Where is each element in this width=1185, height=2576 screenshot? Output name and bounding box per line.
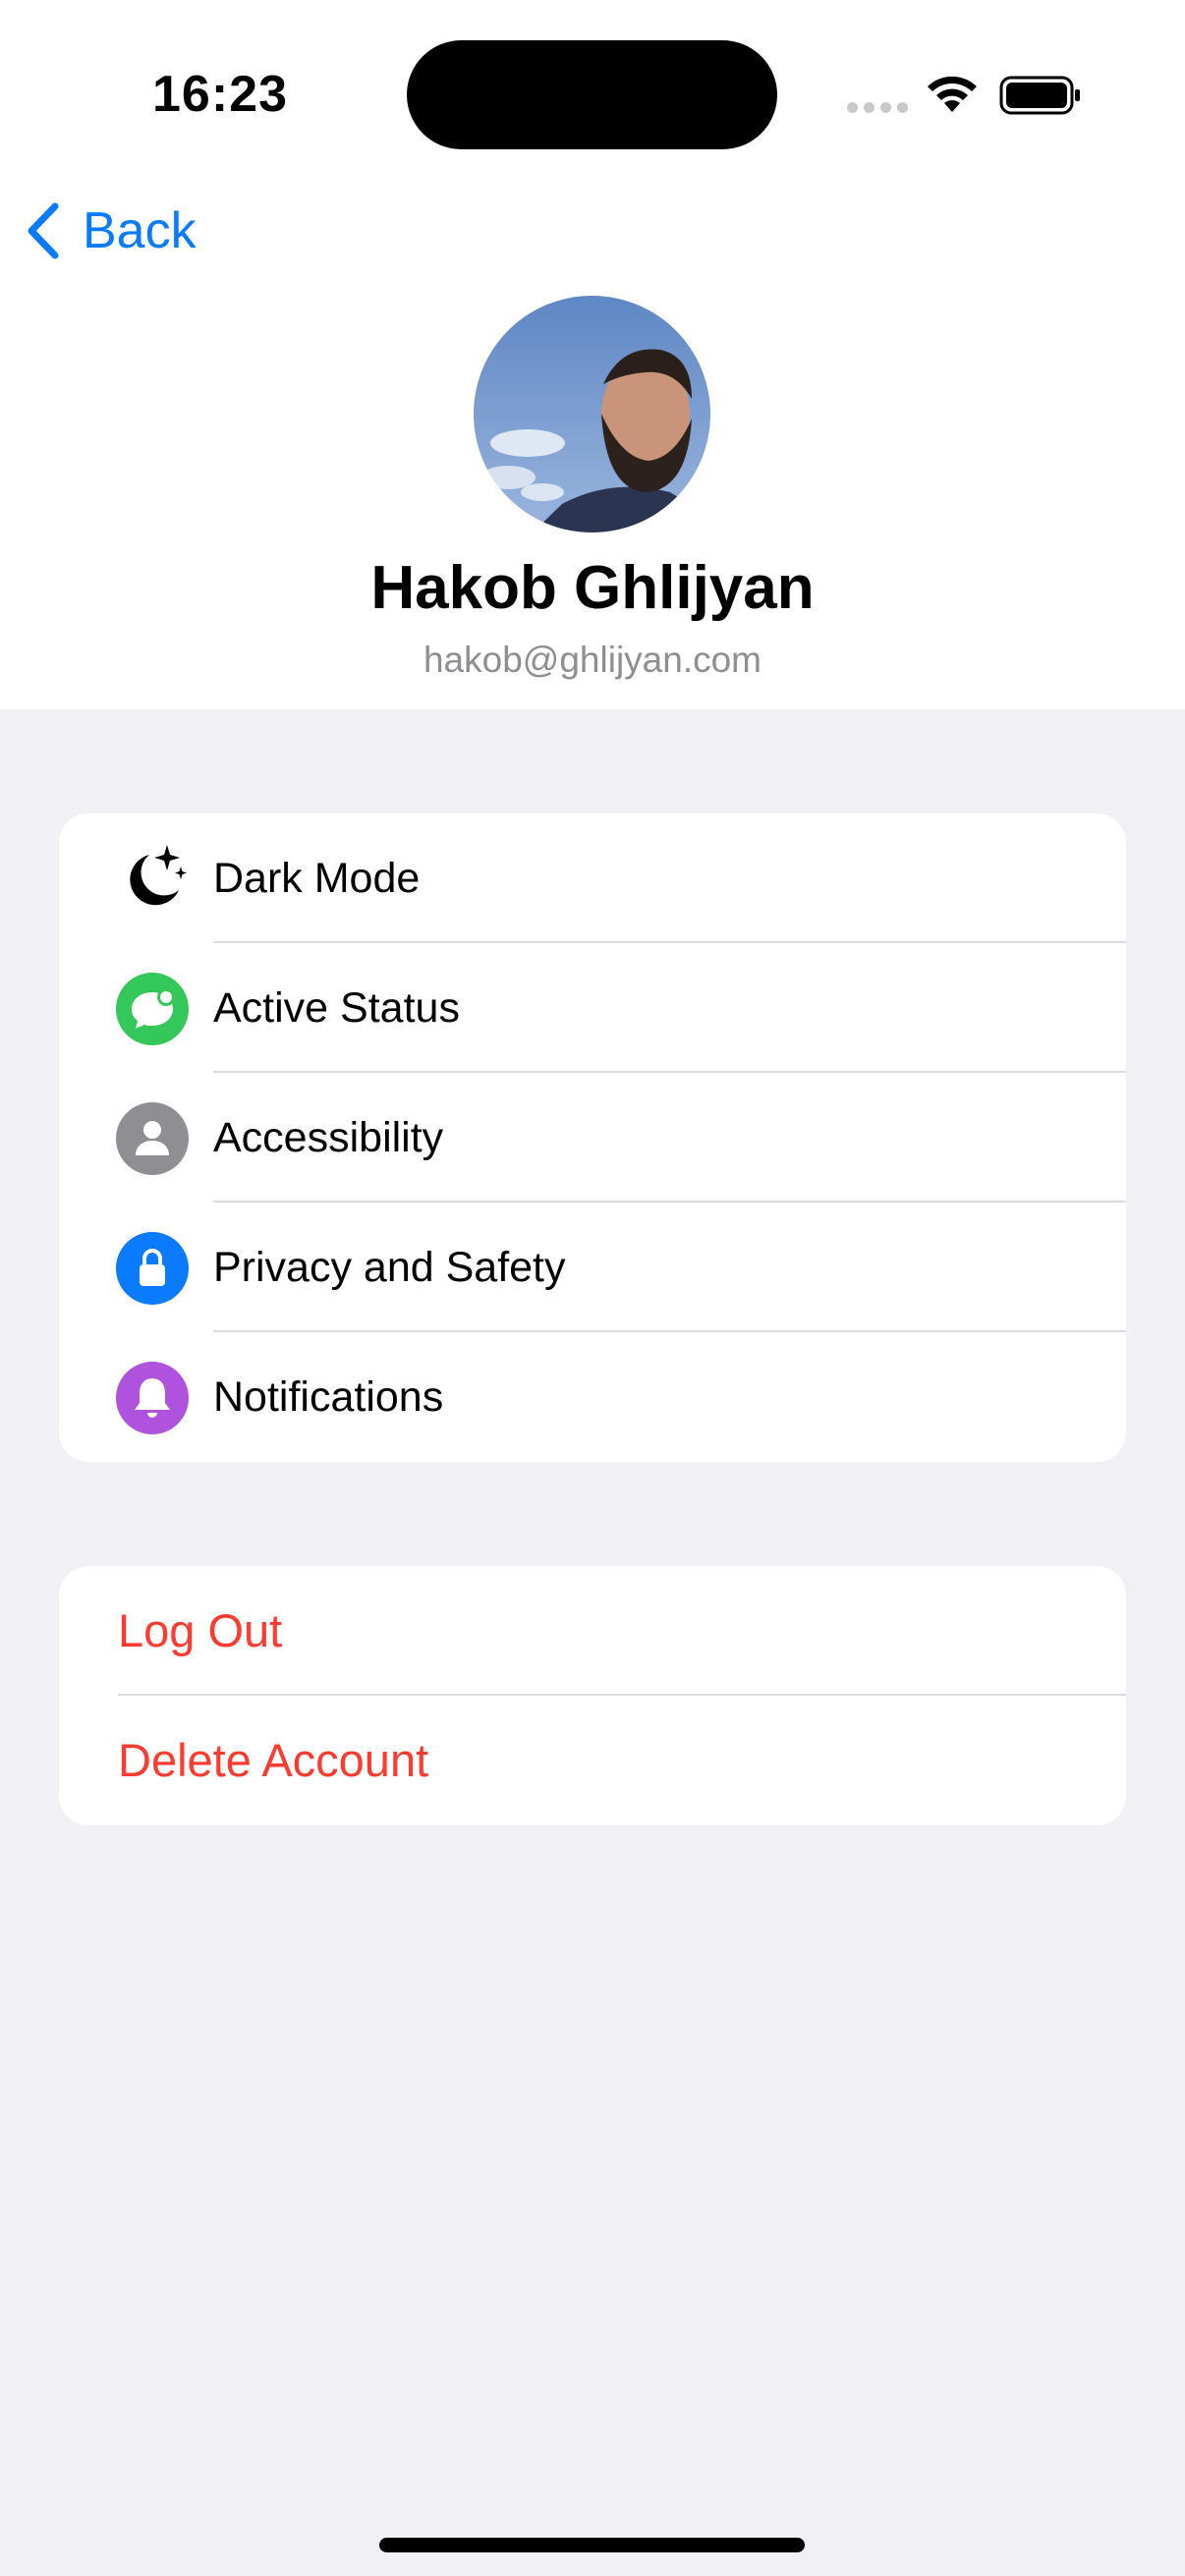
- profile-email: hakob@ghlijyan.com: [423, 640, 762, 680]
- settings-row-accessibility[interactable]: Accessibility: [59, 1073, 1126, 1203]
- back-button[interactable]: Back: [24, 196, 197, 265]
- log-out-label: Log Out: [118, 1604, 283, 1656]
- avatar[interactable]: [474, 296, 710, 532]
- person-icon: [116, 1102, 189, 1175]
- settings-list: Dark Mode Active Status Accessibility Pr…: [59, 813, 1126, 1462]
- settings-row-label: Dark Mode: [213, 855, 421, 902]
- settings-row-label: Active Status: [213, 984, 460, 1032]
- settings-row-dark-mode[interactable]: Dark Mode: [59, 813, 1126, 943]
- message-badge-icon: [116, 973, 189, 1045]
- cellular-signal-icon: [847, 102, 908, 113]
- settings-row-privacy[interactable]: Privacy and Safety: [59, 1203, 1126, 1332]
- settings-row-active-status[interactable]: Active Status: [59, 943, 1126, 1073]
- profile-name: Hakob Ghlijyan: [370, 554, 815, 622]
- account-actions: Log Out Delete Account: [59, 1566, 1126, 1825]
- home-indicator[interactable]: [379, 2538, 805, 2552]
- battery-icon: [999, 76, 1080, 115]
- back-label: Back: [83, 202, 197, 259]
- delete-account-button[interactable]: Delete Account: [59, 1696, 1126, 1825]
- lock-icon: [116, 1232, 189, 1305]
- bell-icon: [116, 1362, 189, 1434]
- chevron-left-icon: [28, 202, 59, 259]
- delete-account-label: Delete Account: [118, 1734, 429, 1786]
- settings-row-label: Accessibility: [213, 1114, 444, 1161]
- wifi-icon: [928, 76, 977, 112]
- settings-row-notifications[interactable]: Notifications: [59, 1332, 1126, 1462]
- status-time: 16:23: [152, 66, 288, 123]
- profile-photo: [474, 296, 710, 532]
- settings-row-label: Notifications: [213, 1373, 444, 1421]
- dynamic-island: [407, 40, 777, 149]
- moon-stars-icon: [116, 843, 189, 916]
- log-out-button[interactable]: Log Out: [59, 1566, 1126, 1696]
- settings-row-label: Privacy and Safety: [213, 1244, 566, 1291]
